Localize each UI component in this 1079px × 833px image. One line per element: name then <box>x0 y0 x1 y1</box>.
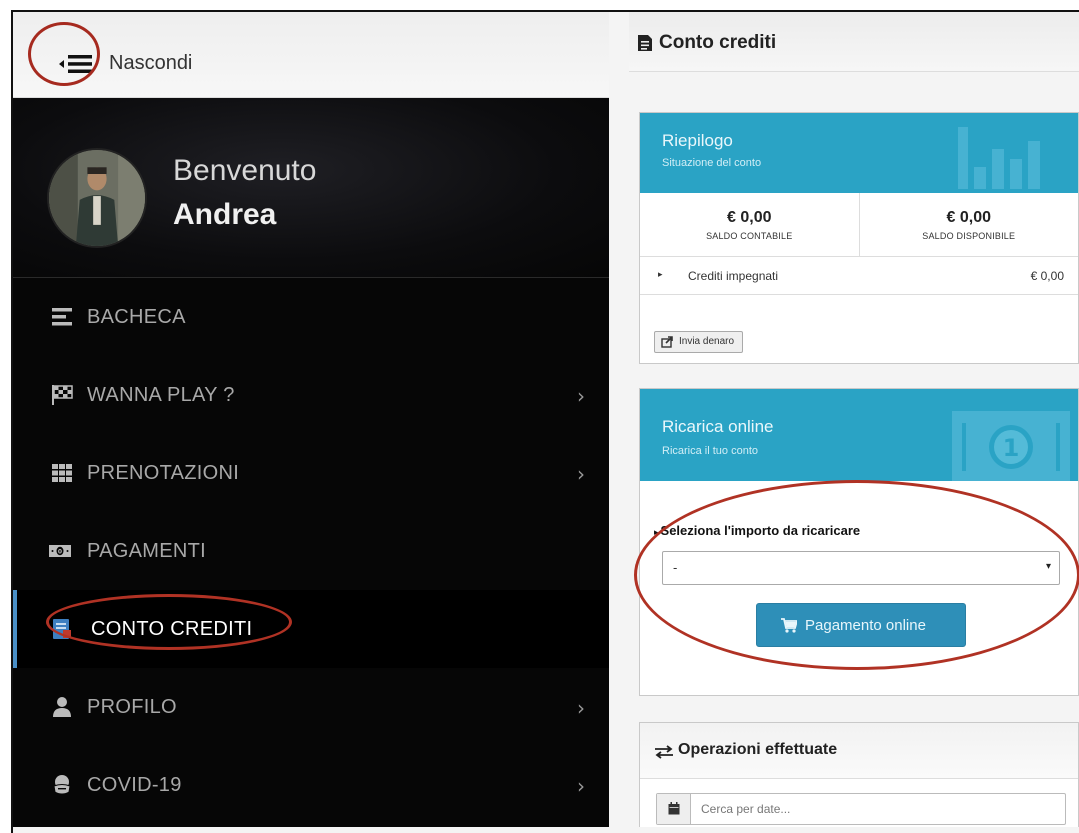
svg-text:0: 0 <box>58 549 62 556</box>
sidebar-item-label: COVID-19 <box>87 774 182 796</box>
operations-header: Operazioni effettuate <box>640 723 1078 779</box>
page-header: Conto crediti <box>629 12 1079 72</box>
summary-panel-header: Riepilogo Situazione del conto <box>640 113 1078 193</box>
amount-select-label-text: Seleziona l'importo da ricaricare <box>660 523 861 538</box>
summary-title: Riepilogo <box>662 131 733 150</box>
sidebar-item-wanna-play[interactable]: WANNA PLAY ? › <box>13 356 609 434</box>
main-content: Conto crediti Riepilogo Situazione del c… <box>629 12 1079 827</box>
sidebar: Benvenuto Andrea BACHECA WANNA PLAY ? › … <box>13 98 609 827</box>
user-profile: Benvenuto Andrea <box>13 98 609 278</box>
date-search-input[interactable]: Cerca per date... <box>656 793 1066 825</box>
credit-book-icon <box>53 619 71 639</box>
chevron-down-icon: ▾ <box>1045 561 1051 572</box>
committed-credits-value: € 0,00 <box>1030 269 1064 283</box>
banknote-icon: 0 <box>49 545 71 557</box>
online-payment-button[interactable]: Pagamento online <box>756 603 966 647</box>
sidebar-item-bacheca[interactable]: BACHECA <box>13 278 609 356</box>
avatar-photo-icon <box>49 150 145 246</box>
chevron-right-icon: › <box>577 774 585 798</box>
recharge-panel-header: Ricarica online Ricarica il tuo conto 1 <box>640 389 1078 481</box>
balance-accounting-value: € 0,00 <box>727 209 772 226</box>
amount-select-label: ▸ Seleziona l'importo da ricaricare <box>654 523 860 538</box>
amount-select[interactable]: - ▾ <box>662 551 1060 585</box>
sidebar-menu: BACHECA WANNA PLAY ? › PRENOTAZIONI › 0 … <box>13 278 609 824</box>
share-icon <box>661 336 673 348</box>
chevron-right-icon: › <box>577 384 585 408</box>
bar-chart-icon <box>958 127 1040 189</box>
recharge-title: Ricarica online <box>662 417 774 436</box>
username: Andrea <box>173 198 277 231</box>
recharge-subtitle: Ricarica il tuo conto <box>662 445 758 457</box>
money-bill-icon: 1 <box>952 411 1070 481</box>
date-search-addon <box>657 794 691 824</box>
summary-subtitle: Situazione del conto <box>662 157 762 169</box>
balances-row: € 0,00 SALDO CONTABILE € 0,00 SALDO DISP… <box>640 193 1078 257</box>
date-search-placeholder: Cerca per date... <box>701 802 791 816</box>
hide-sidebar-label[interactable]: Nascondi <box>109 52 192 75</box>
chevron-right-icon: › <box>577 696 585 720</box>
operations-title: Operazioni effettuate <box>678 741 838 758</box>
sidebar-item-profilo[interactable]: PROFILO › <box>13 668 609 746</box>
chevron-right-icon: › <box>577 462 585 486</box>
mask-icon <box>53 775 71 795</box>
svg-text:1: 1 <box>1003 434 1020 462</box>
amount-select-value: - <box>673 560 678 575</box>
grid-icon <box>52 464 72 482</box>
sidebar-item-pagamenti[interactable]: 0 PAGAMENTI <box>13 512 609 590</box>
committed-credits-row[interactable]: ▸ Crediti impegnati € 0,00 <box>640 257 1078 295</box>
document-icon <box>638 35 652 51</box>
calendar-icon <box>668 802 680 815</box>
committed-credits-label: Crediti impegnati <box>688 269 779 283</box>
operations-panel: Operazioni effettuate Cerca per date... <box>639 722 1079 827</box>
sidebar-item-label: PAGAMENTI <box>87 540 207 562</box>
sidebar-item-label: CONTO CREDITI <box>91 618 253 640</box>
online-payment-label: Pagamento online <box>805 617 926 634</box>
balance-accounting: € 0,00 SALDO CONTABILE <box>640 193 859 256</box>
balance-accounting-label: SALDO CONTABILE <box>706 231 793 241</box>
sidebar-item-covid[interactable]: COVID-19 › <box>13 746 609 824</box>
exchange-icon <box>655 745 673 759</box>
summary-panel: Riepilogo Situazione del conto € 0,00 SA… <box>639 112 1079 364</box>
sidebar-item-label: WANNA PLAY ? <box>87 384 235 406</box>
page-title: Conto crediti <box>659 32 777 53</box>
sidebar-item-label: PRENOTAZIONI <box>87 462 240 484</box>
send-money-button[interactable]: Invia denaro <box>654 331 744 353</box>
sidebar-item-prenotazioni[interactable]: PRENOTAZIONI › <box>13 434 609 512</box>
left-column: Nascondi Benvenuto Andrea BACHECA WANNA … <box>13 12 609 827</box>
balance-available-value: € 0,00 <box>946 209 991 226</box>
sidebar-toggle-bar: Nascondi <box>13 12 609 98</box>
menu-toggle-icon[interactable] <box>59 54 93 74</box>
balance-available-label: SALDO DISPONIBILE <box>922 231 1016 241</box>
checkered-flag-icon <box>52 385 73 405</box>
sidebar-item-label: PROFILO <box>87 696 177 718</box>
user-icon <box>53 697 71 717</box>
send-money-label: Invia denaro <box>679 336 735 347</box>
recharge-panel: Ricarica online Ricarica il tuo conto 1 … <box>639 388 1079 696</box>
shopping-cart-icon <box>781 618 797 633</box>
welcome-text: Benvenuto <box>173 154 317 187</box>
caret-right-icon: ▸ <box>654 527 659 537</box>
sidebar-item-conto-crediti[interactable]: CONTO CREDITI <box>13 590 609 668</box>
balance-available: € 0,00 SALDO DISPONIBILE <box>858 193 1079 256</box>
list-icon <box>52 308 72 326</box>
caret-right-icon: ▸ <box>658 269 663 279</box>
sidebar-item-label: BACHECA <box>87 306 186 328</box>
avatar <box>47 148 147 248</box>
